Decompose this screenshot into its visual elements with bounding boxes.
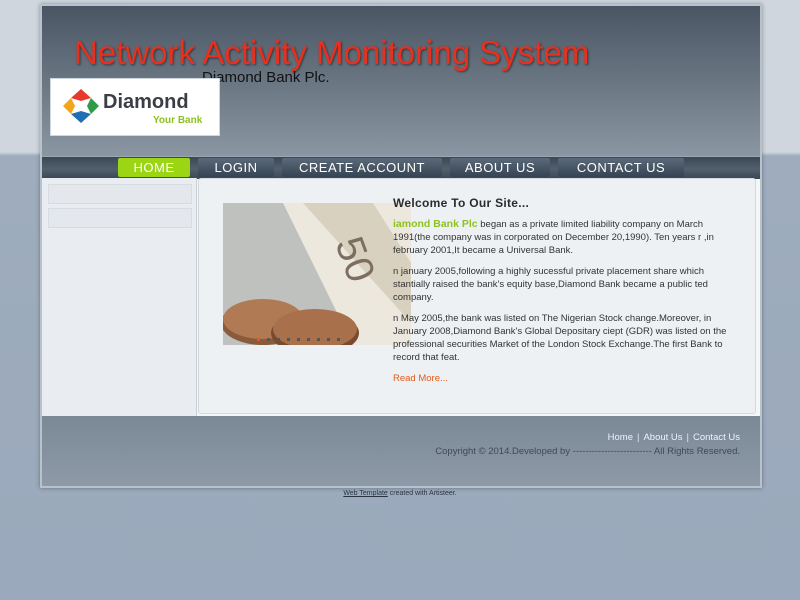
template-credit: Web Template created with Artisteer. — [0, 490, 800, 497]
site-title: Network Activity Monitoring System — [74, 34, 590, 71]
site-subtitle: Diamond Bank Plc. — [202, 69, 330, 86]
slider-dot[interactable] — [327, 338, 330, 341]
footer-links: Home | About Us | Contact Us — [607, 432, 740, 443]
sidebar-block — [48, 184, 192, 204]
nav-contact-us[interactable]: CONTACT US — [558, 158, 684, 177]
article-paragraph-3: n May 2005,the bank was listed on The Ni… — [393, 313, 727, 363]
nav-create-account[interactable]: CREATE ACCOUNT — [282, 158, 442, 177]
sidebar — [42, 178, 197, 416]
welcome-heading: Welcome To Our Site... — [393, 196, 530, 210]
slider-dot[interactable] — [307, 338, 310, 341]
footer-link-contact-us[interactable]: Contact Us — [693, 432, 740, 443]
main-content: 50 Welcome To Our Site... iamond Bank Pl… — [198, 178, 756, 414]
slider-dot[interactable] — [337, 338, 340, 341]
footer-link-about-us[interactable]: About Us — [643, 432, 682, 443]
slider-dot[interactable] — [257, 338, 260, 341]
welcome-article: Welcome To Our Site... iamond Bank Plc b… — [393, 197, 739, 393]
bank-name-highlight: iamond Bank Plc — [393, 218, 478, 230]
logo-name: Diamond — [103, 91, 189, 113]
web-template-link[interactable]: Web Template — [343, 490, 388, 497]
diamond-logo[interactable]: Diamond Your Bank — [50, 78, 220, 136]
header: Network Activity Monitoring System Diamo… — [42, 6, 760, 156]
nav-login[interactable]: LOGIN — [198, 158, 274, 177]
nav-home[interactable]: HOME — [118, 158, 190, 177]
nav-about-us[interactable]: ABOUT US — [450, 158, 550, 177]
slider-dot[interactable] — [317, 338, 320, 341]
slider-dot[interactable] — [267, 338, 270, 341]
credit-text: created with Artisteer. — [387, 490, 457, 497]
main-nav: HOME LOGIN CREATE ACCOUNT ABOUT US CONTA… — [42, 156, 760, 179]
article-paragraph-1: iamond Bank Plc began as a private limit… — [393, 218, 739, 257]
page-sheet: Network Activity Monitoring System Diamo… — [40, 4, 762, 488]
slider-dot[interactable] — [277, 338, 280, 341]
sidebar-block — [48, 208, 192, 228]
footer-link-home[interactable]: Home — [608, 432, 633, 443]
footer: Home | About Us | Contact Us Copyright © 201… — [42, 416, 760, 486]
slider-dot[interactable] — [297, 338, 300, 341]
article-paragraph-2: n january 2005,following a highly sucess… — [393, 266, 708, 303]
euro-coins-image: 50 — [223, 203, 411, 345]
copyright-text: Copyright © 2014.Developed by ----------… — [435, 446, 740, 457]
diamond-logo-icon — [63, 89, 99, 123]
read-more-link[interactable]: Read More... — [393, 373, 448, 384]
banner-photo: 50 — [223, 203, 411, 345]
slider-dot[interactable] — [287, 338, 290, 341]
logo-tagline: Your Bank — [153, 115, 203, 126]
